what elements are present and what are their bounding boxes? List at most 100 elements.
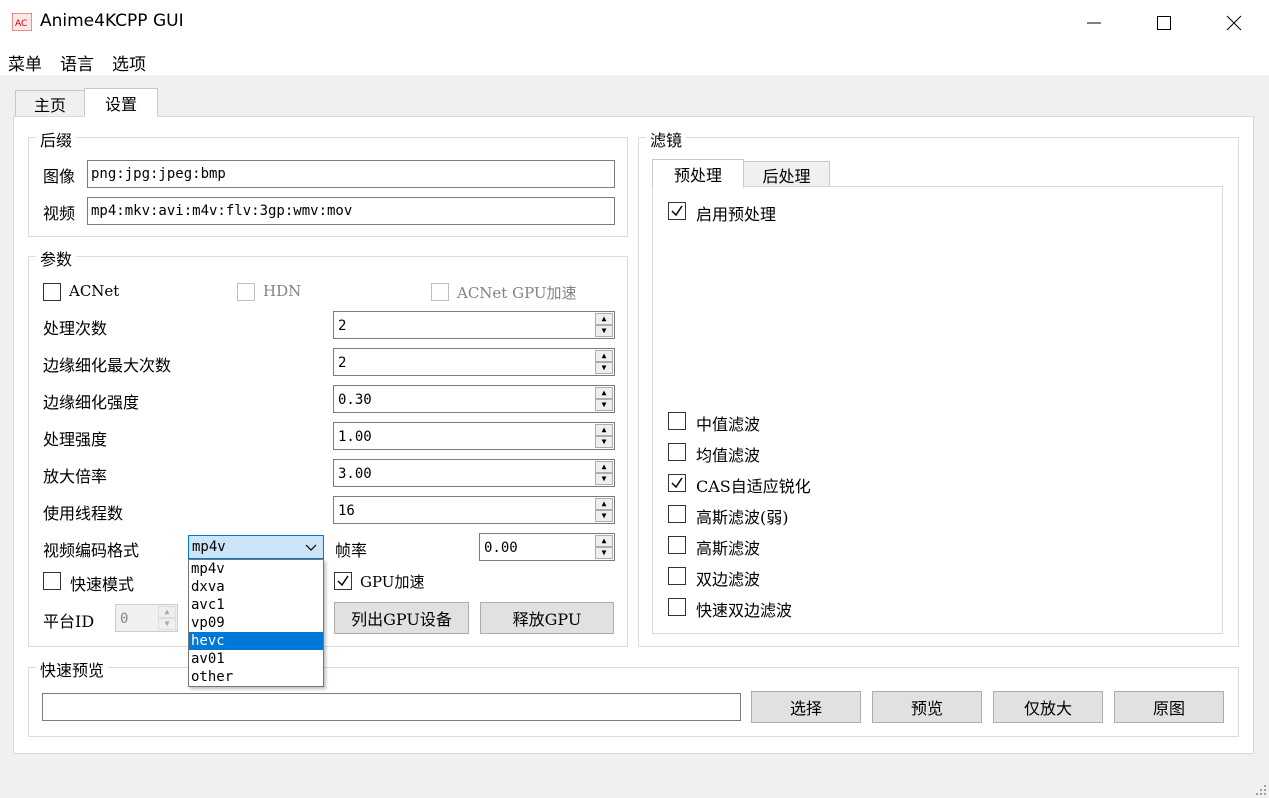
image-suffix-input[interactable]: png:jpg:jpeg:bmp <box>87 160 615 188</box>
tab-home[interactable]: 主页 <box>15 90 85 117</box>
enable-preprocess-label: 启用预处理 <box>696 205 777 224</box>
platform-id-spinbox[interactable]: 0 ▲ ▼ <box>115 604 178 632</box>
spin-up-icon[interactable]: ▲ <box>158 606 176 618</box>
menu-item-options[interactable]: 选项 <box>112 50 146 75</box>
fast-mode-label: 快速模式 <box>70 575 135 594</box>
close-button[interactable] <box>1199 0 1269 45</box>
image-suffix-label: 图像 <box>43 167 76 186</box>
maximize-button[interactable] <box>1129 0 1199 45</box>
release-gpu-button[interactable]: 释放GPU <box>480 602 614 634</box>
resize-grip-icon[interactable] <box>1255 784 1267 796</box>
preview-path-input[interactable] <box>42 693 741 721</box>
median-filter-label: 中值滤波 <box>696 415 761 434</box>
filters-group-title: 滤镜 <box>646 127 687 151</box>
codec-option[interactable]: other <box>189 668 323 686</box>
checkmark-icon <box>337 575 349 587</box>
acnet-gpu-checkbox[interactable] <box>431 283 449 301</box>
menu-item-menu[interactable]: 菜单 <box>8 50 42 75</box>
video-suffix-label: 视频 <box>43 204 76 223</box>
codec-option[interactable]: av01 <box>189 650 323 668</box>
tab-preprocess[interactable]: 预处理 <box>652 159 744 188</box>
checkmark-icon <box>671 205 683 217</box>
acnet-checkbox[interactable] <box>43 283 61 301</box>
video-suffix-input[interactable]: mp4:mkv:avi:m4v:flv:3gp:wmv:mov <box>87 197 615 225</box>
push-grad-strength-spinbox[interactable]: 0.30 ▲ ▼ <box>333 385 615 413</box>
codec-option[interactable]: vp09 <box>189 614 323 632</box>
zoom-label: 放大倍率 <box>43 467 108 486</box>
fps-label: 帧率 <box>335 541 368 560</box>
strength-spinbox[interactable]: 1.00 ▲ ▼ <box>333 422 615 450</box>
fps-value: 0.00 <box>484 540 518 556</box>
push-grad-strength-label: 边缘细化强度 <box>43 393 140 412</box>
zoom-spinbox[interactable]: 3.00 ▲ ▼ <box>333 459 615 487</box>
hdn-checkbox[interactable] <box>237 283 255 301</box>
passes-value: 2 <box>338 318 347 334</box>
minimize-button[interactable] <box>1059 0 1129 45</box>
push-grad-passes-spinbox[interactable]: 2 ▲ ▼ <box>333 348 615 376</box>
threads-spinbox[interactable]: 16 ▲ ▼ <box>333 496 615 524</box>
codec-label: 视频编码格式 <box>43 541 140 560</box>
checkmark-icon <box>671 477 683 489</box>
acnet-label: ACNet <box>69 282 120 300</box>
tab-postprocess[interactable]: 后处理 <box>743 161 830 188</box>
fast-bilateral-checkbox[interactable] <box>668 598 686 616</box>
spin-up-icon[interactable]: ▲ <box>595 535 613 547</box>
spin-down-icon[interactable]: ▼ <box>595 473 613 485</box>
spin-down-icon[interactable]: ▼ <box>595 362 613 374</box>
codec-value: mp4v <box>192 539 226 555</box>
select-button[interactable]: 选择 <box>751 691 861 723</box>
cas-sharpen-label: CAS自适应锐化 <box>696 477 811 496</box>
mean-filter-label: 均值滤波 <box>696 446 761 465</box>
window-title: Anime4KCPP GUI <box>40 11 184 31</box>
app-icon: AC <box>12 13 32 31</box>
gaussian-weak-checkbox[interactable] <box>668 505 686 523</box>
median-filter-checkbox[interactable] <box>668 412 686 430</box>
push-grad-strength-value: 0.30 <box>338 392 372 408</box>
passes-spinbox[interactable]: 2 ▲ ▼ <box>333 311 615 339</box>
spin-down-icon[interactable]: ▼ <box>595 436 613 448</box>
spin-up-icon[interactable]: ▲ <box>595 498 613 510</box>
fast-mode-checkbox[interactable] <box>43 572 61 590</box>
gpu-checkbox[interactable] <box>334 572 352 590</box>
svg-text:AC: AC <box>15 19 27 29</box>
maximize-icon <box>1157 15 1171 30</box>
close-icon <box>1226 15 1242 30</box>
spin-up-icon[interactable]: ▲ <box>595 387 613 399</box>
tab-settings[interactable]: 设置 <box>84 88 158 117</box>
menu-item-language[interactable]: 语言 <box>60 50 94 75</box>
fps-spinbox[interactable]: 0.00 ▲ ▼ <box>479 533 615 561</box>
spin-up-icon[interactable]: ▲ <box>595 424 613 436</box>
strength-value: 1.00 <box>338 429 372 445</box>
gaussian-checkbox[interactable] <box>668 536 686 554</box>
spin-down-icon[interactable]: ▼ <box>595 547 613 559</box>
passes-label: 处理次数 <box>43 319 108 338</box>
mean-filter-checkbox[interactable] <box>668 443 686 461</box>
spin-down-icon[interactable]: ▼ <box>595 325 613 337</box>
list-gpu-button[interactable]: 列出GPU设备 <box>334 602 469 634</box>
enable-preprocess-checkbox[interactable] <box>668 202 686 220</box>
fast-bilateral-label: 快速双边滤波 <box>696 601 793 620</box>
spin-up-icon[interactable]: ▲ <box>595 461 613 473</box>
codec-dropdown-list: mp4v dxva avc1 vp09 hevc av01 other <box>188 559 324 687</box>
codec-combobox[interactable]: mp4v <box>188 535 324 559</box>
platform-id-value: 0 <box>120 611 129 627</box>
codec-option[interactable]: mp4v <box>189 560 323 578</box>
original-button[interactable]: 原图 <box>1114 691 1224 723</box>
codec-option[interactable]: dxva <box>189 578 323 596</box>
zoom-only-button[interactable]: 仅放大 <box>993 691 1103 723</box>
spin-up-icon[interactable]: ▲ <box>595 313 613 325</box>
platform-id-label: 平台ID <box>43 612 95 631</box>
codec-option[interactable]: avc1 <box>189 596 323 614</box>
strength-label: 处理强度 <box>43 430 108 449</box>
spin-down-icon[interactable]: ▼ <box>158 618 176 630</box>
chevron-down-icon <box>305 544 317 551</box>
hdn-label: HDN <box>263 282 302 300</box>
spin-up-icon[interactable]: ▲ <box>595 350 613 362</box>
preview-button[interactable]: 预览 <box>872 691 982 723</box>
params-group-title: 参数 <box>36 246 77 270</box>
spin-down-icon[interactable]: ▼ <box>595 510 613 522</box>
spin-down-icon[interactable]: ▼ <box>595 399 613 411</box>
cas-sharpen-checkbox[interactable] <box>668 474 686 492</box>
codec-option-highlighted[interactable]: hevc <box>189 632 323 650</box>
bilateral-checkbox[interactable] <box>668 567 686 585</box>
